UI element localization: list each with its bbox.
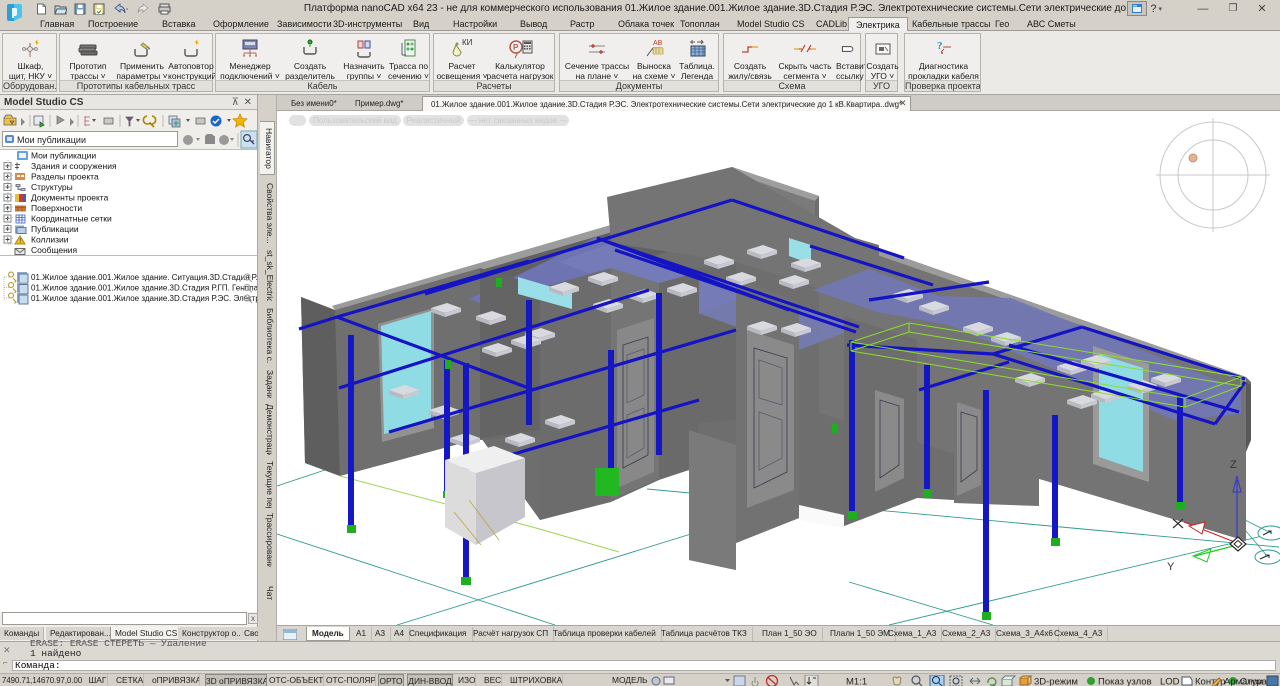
svg-text:Арматура: Арматура <box>1224 677 1268 686</box>
svg-text:01.Жилое здание.001.Жилое здан: 01.Жилое здание.001.Жилое здание. Ситуац… <box>31 273 257 282</box>
svg-text:Контур: Контур <box>1195 677 1225 686</box>
svg-text:Y: Y <box>1167 561 1175 573</box>
svg-text:Документы проекта: Документы проекта <box>31 193 109 203</box>
svg-text:Z: Z <box>1230 459 1237 471</box>
svg-text:LOD: LOD <box>1160 677 1180 686</box>
svg-text:Здания и сооружения: Здания и сооружения <box>31 161 117 171</box>
svg-text:3D-режим: 3D-режим <box>1034 677 1078 686</box>
svg-text:?: ? <box>937 40 943 52</box>
svg-text:Разделы проекта: Разделы проекта <box>31 172 99 182</box>
svg-text:01.Жилое здание.001.Жилое здан: 01.Жилое здание.001.Жилое здание.3D.Стад… <box>31 294 257 303</box>
svg-text:Мои публикации: Мои публикации <box>31 151 96 161</box>
svg-text:01.Жилое здание.001.Жилое здан: 01.Жилое здание.001.Жилое здание.3D.Стад… <box>31 284 257 293</box>
svg-text:Поверхности: Поверхности <box>31 203 82 213</box>
svg-text:КИ: КИ <box>462 38 473 47</box>
svg-text:Публикации: Публикации <box>31 224 79 234</box>
svg-text:P: P <box>513 43 519 52</box>
svg-text:Показ узлов: Показ узлов <box>1098 677 1152 686</box>
svg-text:Структуры: Структуры <box>31 182 73 192</box>
svg-text:Координатные сетки: Координатные сетки <box>31 214 112 224</box>
svg-text:!: ! <box>19 238 21 245</box>
svg-text:М1:1: М1:1 <box>846 677 867 686</box>
svg-text:Коллизии: Коллизии <box>31 235 69 245</box>
svg-text:АВ: АВ <box>653 40 663 47</box>
svg-text:Сообщения: Сообщения <box>31 245 78 255</box>
